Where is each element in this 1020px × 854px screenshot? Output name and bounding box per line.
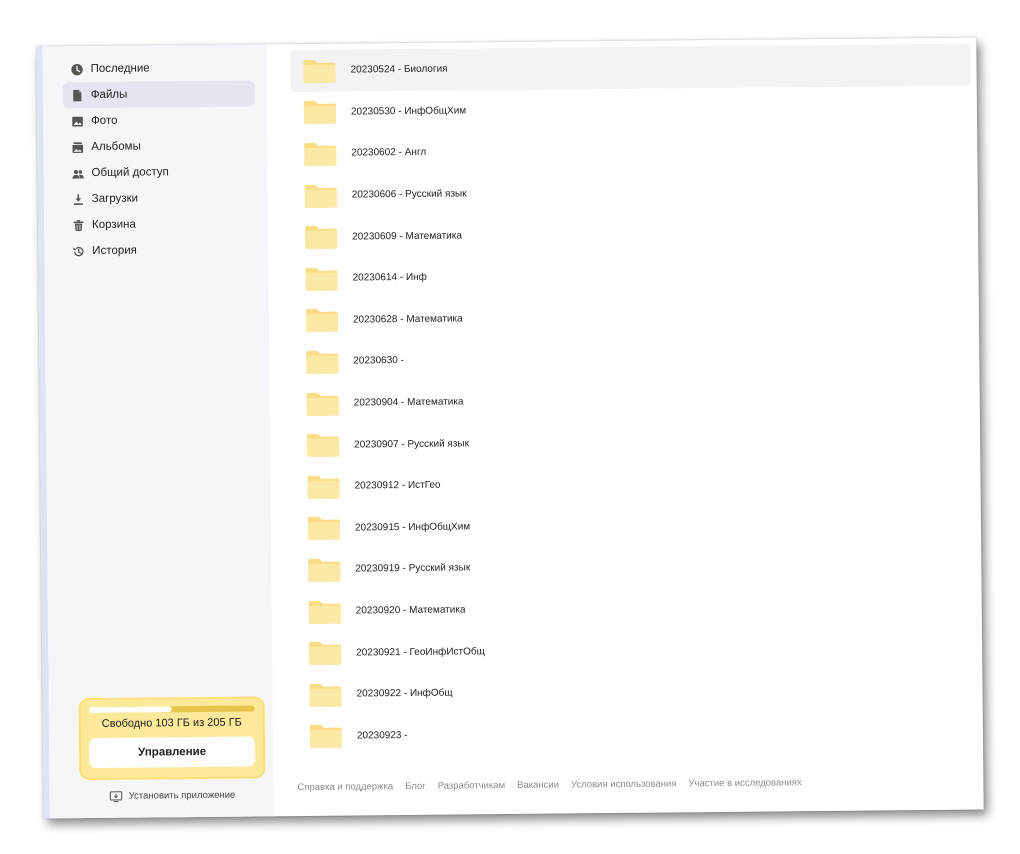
folder-row[interactable]: 20230907 - Русский язык: [294, 418, 974, 466]
folder-icon: [308, 681, 342, 707]
folder-name: 20230915 - ИнфОбщХим: [354, 521, 471, 534]
folder-row[interactable]: 20230628 - Математика: [293, 293, 973, 341]
folder-name: 20230922 - ИнфОбщ: [356, 687, 453, 700]
folder-name: 20230904 - Математика: [353, 396, 464, 409]
folder-icon: [307, 515, 341, 541]
folder-icon: [305, 307, 339, 333]
users-icon: [71, 167, 84, 180]
sidebar-item-label: Корзина: [91, 218, 136, 232]
folder-icon: [308, 640, 342, 666]
storage-progress-fill: [88, 706, 172, 714]
sidebar-item-label: Фото: [90, 114, 118, 128]
footer-links: Справка и поддержка Блог Разработчикам Вака…: [297, 777, 801, 793]
folder-row[interactable]: 20230614 - Инф: [292, 252, 972, 300]
file-list: 20230524 - Биология 20230530 - ИнфОбщХим 2…: [290, 38, 977, 758]
folder-row[interactable]: 20230602 - Англ: [291, 127, 971, 175]
folder-name: 20230628 - Математика: [352, 313, 463, 326]
folder-icon: [303, 99, 337, 125]
footer-link[interactable]: Блог: [405, 781, 426, 792]
sidebar-item-downloads[interactable]: Загрузки: [64, 184, 256, 212]
sidebar-item-albums[interactable]: Альбомы: [63, 132, 255, 160]
folder-icon: [304, 265, 338, 291]
folder-icon: [306, 390, 340, 416]
folder-row[interactable]: 20230919 - Русский язык: [295, 543, 975, 591]
install-app-label: Установить приложение: [128, 789, 236, 802]
albums-icon: [71, 141, 84, 154]
folder-row[interactable]: 20230922 - ИнфОбщ: [296, 667, 976, 715]
folder-name: 20230524 - Биология: [350, 63, 448, 76]
sidebar-item-recent[interactable]: Последние: [62, 54, 254, 82]
folder-name: 20230602 - Англ: [351, 147, 427, 159]
folder-row[interactable]: 20230915 - ИнфОбщХим: [295, 501, 975, 549]
folder-name: 20230606 - Русский язык: [351, 188, 467, 201]
screenshot-stage: Последние Файлы Фото Альбомы Общий досту…: [0, 0, 1020, 854]
sidebar: Последние Файлы Фото Альбомы Общий досту…: [36, 44, 274, 819]
folder-icon: [304, 182, 338, 208]
sidebar-item-label: Общий доступ: [91, 166, 169, 180]
trash-icon: [72, 219, 85, 232]
folder-icon: [307, 557, 341, 583]
folder-name: 20230920 - Математика: [355, 604, 466, 617]
folder-name: 20230609 - Математика: [352, 230, 462, 243]
file-browser: 20230524 - Биология 20230530 - ИнфОбщХим 2…: [290, 38, 977, 816]
sidebar-item-label: Файлы: [90, 88, 128, 102]
sidebar-item-label: Последние: [90, 62, 150, 76]
app-window: Последние Файлы Фото Альбомы Общий досту…: [36, 37, 984, 819]
footer-link[interactable]: Участие в исследованиях: [688, 777, 801, 789]
sidebar-item-label: Загрузки: [91, 192, 139, 206]
folder-row[interactable]: 20230609 - Математика: [292, 210, 972, 258]
folder-name: 20230907 - Русский язык: [354, 438, 470, 451]
folder-icon: [309, 723, 343, 749]
folder-row[interactable]: 20230923 -: [297, 709, 977, 757]
download-icon: [72, 193, 85, 206]
manage-button[interactable]: Управление: [88, 736, 256, 769]
folder-row[interactable]: 20230530 - ИнфОбщХим: [291, 85, 971, 133]
folder-row[interactable]: 20230606 - Русский язык: [292, 168, 972, 216]
sidebar-item-label: История: [92, 244, 137, 258]
folder-name: 20230614 - Инф: [352, 272, 427, 284]
folder-icon: [303, 141, 337, 167]
folder-row[interactable]: 20230630 -: [293, 335, 973, 383]
folder-row[interactable]: 20230912 - ИстГео: [294, 459, 974, 507]
sidebar-item-files[interactable]: Файлы: [62, 80, 255, 109]
folder-icon: [305, 349, 339, 375]
footer-link[interactable]: Разработчикам: [438, 780, 506, 792]
footer-link[interactable]: Условия использования: [571, 778, 677, 790]
folder-row[interactable]: 20230921 - ГеоИнфИстОбщ: [296, 626, 976, 674]
folder-row[interactable]: 20230920 - Математика: [296, 584, 976, 632]
sidebar-item-history[interactable]: История: [64, 236, 256, 264]
folder-icon: [304, 224, 338, 250]
folder-name: 20230912 - ИстГео: [354, 479, 441, 492]
sidebar-item-shared[interactable]: Общий доступ: [63, 158, 255, 186]
storage-progress-bar: [88, 705, 255, 714]
folder-name: 20230530 - ИнфОбщХим: [350, 105, 467, 118]
sidebar-nav: Последние Файлы Фото Альбомы Общий досту…: [42, 44, 268, 264]
folder-name: 20230923 -: [356, 729, 408, 742]
folder-name: 20230921 - ГеоИнфИстОбщ: [356, 645, 485, 659]
file-icon: [71, 89, 84, 102]
folder-name: 20230919 - Русский язык: [355, 562, 471, 575]
desktop-app-icon: [109, 790, 123, 803]
sidebar-item-label: Альбомы: [91, 140, 141, 154]
folder-row[interactable]: 20230524 - Биология: [290, 43, 971, 92]
storage-text: Свободно 103 ГБ из 205 ГБ: [101, 716, 242, 730]
folder-name: 20230630 -: [353, 355, 405, 367]
sidebar-item-trash[interactable]: Корзина: [64, 210, 256, 238]
clock-icon: [70, 63, 83, 76]
footer-link[interactable]: Вакансии: [517, 780, 559, 791]
folder-row[interactable]: 20230904 - Математика: [294, 376, 974, 424]
folder-icon: [308, 598, 342, 624]
install-app-link[interactable]: Установить приложение: [77, 788, 267, 803]
photo-icon: [71, 115, 84, 128]
folder-icon: [302, 57, 336, 83]
history-icon: [72, 245, 85, 258]
storage-widget: Свободно 103 ГБ из 205 ГБ Управление: [78, 696, 266, 781]
footer-link[interactable]: Справка и поддержка: [297, 781, 393, 793]
sidebar-item-photo[interactable]: Фото: [63, 106, 255, 134]
folder-icon: [306, 473, 340, 499]
folder-icon: [306, 432, 340, 458]
